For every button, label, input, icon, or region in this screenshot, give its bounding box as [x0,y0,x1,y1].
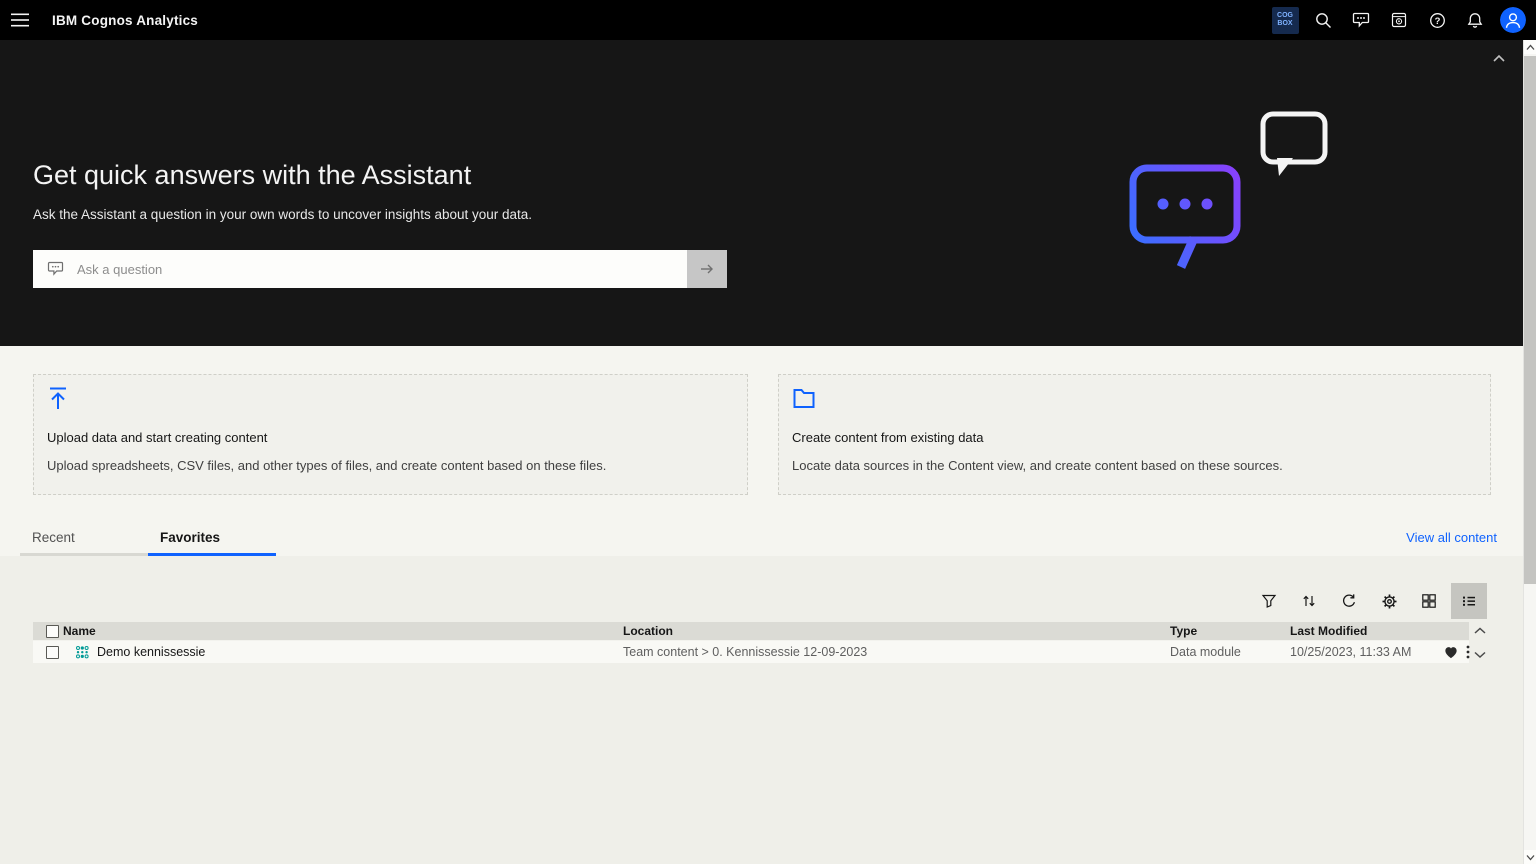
row-checkbox-cell [33,646,63,659]
upload-icon [47,386,71,411]
help-button[interactable]: ? [1418,0,1456,40]
select-all-checkbox[interactable] [46,625,59,638]
cogbox-extension-icon: COG BOX [1272,7,1299,34]
svg-text:?: ? [1434,16,1440,27]
grid-view-button[interactable] [1411,583,1447,619]
heart-icon [1444,646,1458,659]
chevron-up-icon [1492,53,1506,63]
table-header-row: Name Location Type Last Modified [33,622,1469,640]
assistant-hero: Get quick answers with the Assistant Ask… [0,40,1523,346]
list-scroll-up-button[interactable] [1473,623,1487,641]
favorites-table: Name Location Type Last Modified [33,622,1469,663]
ext-badge-line2: BOX [1277,20,1292,28]
window-eye-icon [1391,12,1407,28]
list-toolbar [1251,583,1487,619]
data-module-icon [75,645,89,659]
upload-data-card[interactable]: Upload data and start creating content U… [33,374,748,495]
filter-button[interactable] [1251,583,1287,619]
help-icon: ? [1429,12,1446,29]
create-content-card[interactable]: Create content from existing data Locate… [778,374,1491,495]
list-view-icon [1461,593,1477,609]
account-avatar [1500,7,1526,33]
chevron-down-icon [1526,854,1535,861]
sort-icon [1301,593,1317,609]
list-scroll-down-button[interactable] [1473,647,1487,665]
row-context-menu-button[interactable] [1466,645,1470,659]
settings-gear-icon [1381,593,1398,610]
filter-icon [1261,593,1277,609]
card-description: Locate data sources in the Content view,… [792,458,1477,473]
kebab-menu-icon [1466,645,1470,659]
card-title: Create content from existing data [792,430,1477,445]
scrollbar-thumb[interactable] [1524,56,1536,584]
chat-bubble-icon [47,261,64,277]
row-location: Team content > 0. Kennissessie 12-09-202… [623,645,1170,659]
assistant-button[interactable] [1342,0,1380,40]
window-eye-button[interactable] [1380,0,1418,40]
ext-badge-line1: COG [1277,12,1293,20]
assistant-illustration [1125,106,1345,281]
topbar: IBM Cognos Analytics COG BOX [0,0,1536,40]
row-checkbox[interactable] [46,646,59,659]
hero-collapse-button[interactable] [1489,50,1509,66]
settings-button[interactable] [1371,583,1407,619]
scrollbar-down-button[interactable] [1524,850,1536,864]
app-menu-button[interactable] [0,0,40,40]
topbar-actions: COG BOX [1266,0,1532,40]
app-title: IBM Cognos Analytics [52,13,198,28]
grid-view-icon [1421,593,1437,609]
ask-question-box [33,250,727,288]
favorite-toggle[interactable] [1444,646,1458,659]
list-view-button[interactable] [1451,583,1487,619]
refresh-button[interactable] [1331,583,1367,619]
header-name[interactable]: Name [63,624,623,638]
hero-subtitle: Ask the Assistant a question in your own… [33,207,532,222]
row-name-cell[interactable]: Demo kennissessie [63,645,623,659]
account-button[interactable] [1494,0,1532,40]
notifications-button[interactable] [1456,0,1494,40]
search-icon [1315,12,1332,29]
ask-question-input[interactable] [33,250,687,288]
row-name: Demo kennissessie [97,645,205,659]
row-actions-cell [1439,645,1469,659]
card-description: Upload spreadsheets, CSV files, and othe… [47,458,734,473]
page-scrollbar[interactable] [1523,40,1536,864]
assistant-chat-icon [1352,12,1370,28]
header-checkbox-cell [33,625,63,638]
tab-favorites[interactable]: Favorites [148,521,276,556]
header-type[interactable]: Type [1170,624,1290,638]
view-all-content-link[interactable]: View all content [1406,530,1497,545]
folder-icon [792,386,816,411]
hero-title: Get quick answers with the Assistant [33,160,471,191]
chevron-up-icon [1526,44,1535,51]
hamburger-icon [11,13,29,27]
cogbox-extension-button[interactable]: COG BOX [1266,0,1304,40]
chevron-up-icon [1473,625,1487,636]
chevron-down-icon [1473,649,1487,660]
header-last-modified[interactable]: Last Modified [1290,624,1439,638]
row-type: Data module [1170,645,1290,659]
card-title: Upload data and start creating content [47,430,734,445]
favorites-panel: Name Location Type Last Modified [0,556,1523,864]
sort-button[interactable] [1291,583,1327,619]
content-tabs: Recent Favorites [20,521,276,556]
refresh-icon [1341,593,1357,609]
header-location[interactable]: Location [623,624,1170,638]
table-row[interactable]: Demo kennissessie Team content > 0. Kenn… [33,640,1469,663]
search-button[interactable] [1304,0,1342,40]
row-last-modified: 10/25/2023, 11:33 AM [1290,645,1439,659]
bell-icon [1467,12,1483,29]
ask-submit-button[interactable] [687,250,727,288]
scrollbar-up-button[interactable] [1524,40,1536,54]
tab-recent[interactable]: Recent [20,521,148,556]
arrow-right-icon [699,261,715,277]
